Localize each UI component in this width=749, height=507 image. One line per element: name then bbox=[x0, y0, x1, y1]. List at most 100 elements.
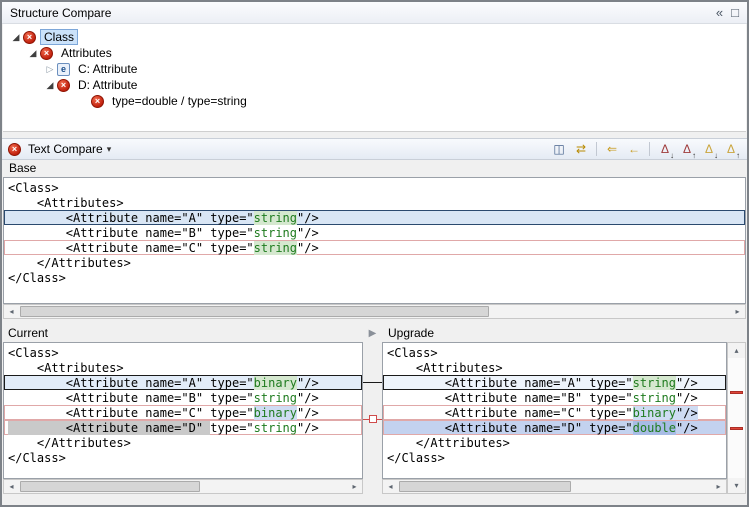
text-compare-title: Text Compare bbox=[28, 142, 103, 156]
toolbar-separator bbox=[649, 142, 650, 156]
structure-compare-header: Structure Compare « □ bbox=[2, 2, 747, 24]
code-line[interactable]: <Attribute name="B" type="string"/> bbox=[4, 390, 362, 405]
code-segment: <Attribute name="A" type=" bbox=[8, 211, 254, 225]
diff-annotation-mark[interactable] bbox=[730, 391, 743, 394]
tree-item-c-attribute[interactable]: ▷eC: Attribute bbox=[3, 61, 746, 77]
tree-item-attributes[interactable]: ◢× Attributes bbox=[3, 45, 746, 61]
scrollbar-track[interactable] bbox=[19, 305, 730, 318]
diff-icon: × bbox=[40, 47, 53, 60]
code-segment: string bbox=[254, 421, 297, 435]
code-line[interactable]: </Attributes> bbox=[4, 435, 362, 450]
synchronize-scrolling-icon[interactable]: ◫ bbox=[549, 140, 569, 158]
code-segment: string bbox=[633, 391, 676, 405]
code-segment: <Attribute name="D" type=" bbox=[387, 421, 633, 435]
scroll-left-button[interactable]: ◂ bbox=[4, 480, 19, 493]
code-segment: "/> bbox=[676, 391, 698, 405]
code-line[interactable]: <Attribute name="B" type="string"/> bbox=[4, 225, 745, 240]
code-line[interactable]: <Class> bbox=[4, 180, 745, 195]
diff-icon: × bbox=[8, 143, 21, 156]
merge-pane-headers: Current ▶ Upgrade bbox=[3, 325, 746, 342]
tree-expander-icon[interactable]: ◢ bbox=[43, 80, 57, 91]
tree-expander-icon[interactable]: ◢ bbox=[9, 32, 23, 43]
code-segment: string bbox=[254, 211, 297, 225]
scroll-down-button[interactable]: ▾ bbox=[728, 478, 745, 493]
code-line[interactable]: </Attributes> bbox=[4, 255, 745, 270]
code-segment: "/> bbox=[297, 421, 319, 435]
code-segment: type=" bbox=[210, 421, 253, 435]
tree-item-d-attribute[interactable]: ◢×D: Attribute bbox=[3, 77, 746, 93]
current-horizontal-scrollbar[interactable]: ◂ ▸ bbox=[3, 479, 363, 494]
copy-current-from-right-to-left-icon[interactable]: ← bbox=[624, 140, 644, 158]
tree-item-label[interactable]: C: Attribute bbox=[74, 61, 141, 77]
tree-item-label[interactable]: type=double / type=string bbox=[108, 93, 251, 109]
tree-item-label[interactable]: Class bbox=[40, 29, 78, 45]
scrollbar-thumb[interactable] bbox=[399, 481, 571, 492]
scroll-left-button[interactable]: ◂ bbox=[4, 305, 19, 318]
code-segment: </Attributes> bbox=[387, 436, 510, 450]
tree-expander-icon[interactable]: ▷ bbox=[43, 64, 57, 75]
code-line[interactable]: <Attributes> bbox=[4, 360, 362, 375]
overview-ruler[interactable] bbox=[728, 358, 745, 478]
code-line[interactable]: <Attributes> bbox=[383, 360, 726, 375]
code-line[interactable]: <Attribute name="A" type="binary"/> bbox=[4, 375, 362, 390]
merge-direction-arrow-icon[interactable]: ▶ bbox=[363, 326, 382, 341]
scroll-right-button[interactable]: ▸ bbox=[730, 305, 745, 318]
previous-difference-icon-direction-glyph: ↑ bbox=[692, 151, 696, 160]
viewer-menu-caret-icon[interactable]: ▾ bbox=[107, 144, 112, 155]
tree-item-label[interactable]: Attributes bbox=[57, 45, 116, 61]
structure-compare-title: Structure Compare bbox=[10, 6, 111, 20]
code-line[interactable]: </Class> bbox=[4, 270, 745, 285]
swap-left-and-right-icon[interactable]: ⇄ bbox=[571, 140, 591, 158]
vertical-scrollbar[interactable]: ▴ ▾ bbox=[727, 342, 746, 494]
code-line[interactable]: <Attribute name="D" type="string"/> bbox=[4, 420, 362, 435]
diff-connector-handle[interactable] bbox=[369, 415, 377, 423]
code-segment: <Attribute name="B" type=" bbox=[8, 391, 254, 405]
code-line[interactable]: <Attribute name="A" type="string"/> bbox=[4, 210, 745, 225]
next-difference-icon[interactable]: Δ↓ bbox=[655, 140, 675, 158]
code-line[interactable]: </Class> bbox=[383, 450, 726, 465]
code-line[interactable]: </Class> bbox=[4, 450, 362, 465]
collapse-all-icon[interactable]: « bbox=[716, 6, 723, 20]
structure-compare-tree[interactable]: ◢×Class◢×Attributes▷eC: Attribute◢×D: At… bbox=[3, 24, 746, 132]
code-line[interactable]: <Attribute name="B" type="string"/> bbox=[383, 390, 726, 405]
tree-item-class[interactable]: ◢× Class bbox=[3, 29, 746, 45]
copy-all-from-right-to-left-icon[interactable]: ⇐ bbox=[602, 140, 622, 158]
scroll-up-button[interactable]: ▴ bbox=[728, 343, 745, 358]
maximize-view-icon[interactable]: □ bbox=[731, 6, 739, 20]
code-line[interactable]: <Attribute name="C" type="binary"/> bbox=[383, 405, 726, 420]
code-line[interactable]: <Attribute name="D" type="double"/> bbox=[383, 420, 726, 435]
tree-expander-icon[interactable]: ◢ bbox=[26, 48, 40, 59]
code-segment: <Attribute name="C" type=" bbox=[387, 406, 633, 420]
code-segment: "/> bbox=[297, 391, 319, 405]
next-change-icon[interactable]: Δ↓ bbox=[699, 140, 719, 158]
scrollbar-track[interactable] bbox=[398, 480, 711, 493]
previous-change-icon[interactable]: Δ↑ bbox=[721, 140, 741, 158]
base-horizontal-scrollbar[interactable]: ◂ ▸ bbox=[3, 304, 746, 319]
scrollbar-thumb[interactable] bbox=[20, 306, 489, 317]
code-segment: <Attribute name="B" type=" bbox=[387, 391, 633, 405]
upgrade-editor[interactable]: <Class> <Attributes> <Attribute name="A"… bbox=[382, 342, 727, 479]
previous-difference-icon[interactable]: Δ↑ bbox=[677, 140, 697, 158]
scroll-left-button[interactable]: ◂ bbox=[383, 480, 398, 493]
code-line[interactable]: <Class> bbox=[383, 345, 726, 360]
code-line[interactable]: <Attribute name="C" type="string"/> bbox=[4, 240, 745, 255]
tree-item-label[interactable]: D: Attribute bbox=[74, 77, 141, 93]
code-segment: "/> bbox=[297, 211, 319, 225]
diff-annotation-mark[interactable] bbox=[730, 427, 743, 430]
scrollbar-thumb[interactable] bbox=[20, 481, 200, 492]
current-pane-label: Current bbox=[8, 325, 48, 342]
current-editor[interactable]: <Class> <Attributes> <Attribute name="A"… bbox=[3, 342, 363, 479]
tree-item-type-change[interactable]: × type=double / type=string bbox=[3, 93, 746, 109]
upgrade-horizontal-scrollbar[interactable]: ◂ ▸ bbox=[382, 479, 727, 494]
code-line[interactable]: <Attribute name="A" type="string"/> bbox=[383, 375, 726, 390]
diff-icon: × bbox=[91, 95, 104, 108]
code-line[interactable]: <Attribute name="C" type="binary"/> bbox=[4, 405, 362, 420]
scrollbar-track[interactable] bbox=[19, 480, 347, 493]
base-editor[interactable]: <Class> <Attributes> <Attribute name="A"… bbox=[3, 177, 746, 304]
code-line[interactable]: <Attributes> bbox=[4, 195, 745, 210]
code-line[interactable]: </Attributes> bbox=[383, 435, 726, 450]
diff-icon: × bbox=[23, 31, 36, 44]
scroll-right-button[interactable]: ▸ bbox=[711, 480, 726, 493]
scroll-right-button[interactable]: ▸ bbox=[347, 480, 362, 493]
code-line[interactable]: <Class> bbox=[4, 345, 362, 360]
